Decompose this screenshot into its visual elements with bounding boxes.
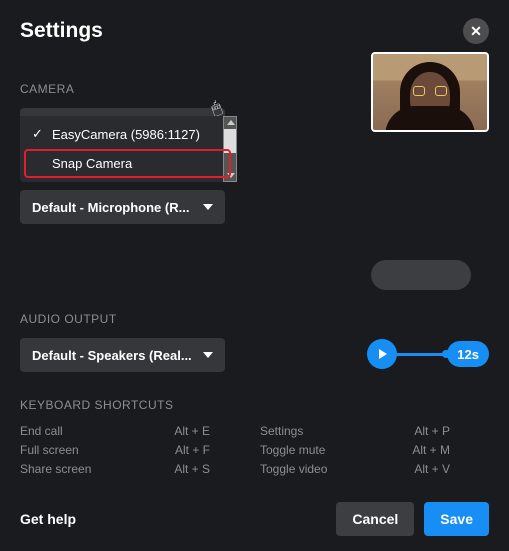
shortcut-row: Toggle muteAlt + M: [260, 443, 450, 457]
audio-progress-slider[interactable]: [397, 353, 447, 356]
shortcut-row: SettingsAlt + P: [260, 424, 450, 438]
camera-option-snap-camera[interactable]: Snap Camera: [24, 149, 231, 178]
save-button[interactable]: Save: [424, 502, 489, 536]
camera-option-easycamera[interactable]: EasyCamera (5986:1127): [24, 120, 231, 149]
cancel-button[interactable]: Cancel: [336, 502, 414, 536]
microphone-dropdown[interactable]: Default - Microphone (R...: [20, 190, 225, 224]
audio-output-dropdown[interactable]: Default - Speakers (Real...: [20, 338, 225, 372]
audio-duration-badge: 12s: [447, 341, 489, 367]
shortcut-row: Toggle videoAlt + V: [260, 462, 450, 476]
shortcut-row: End callAlt + E: [20, 424, 210, 438]
close-icon: ✕: [470, 23, 482, 40]
chevron-down-icon: [203, 352, 213, 358]
close-button[interactable]: ✕: [463, 18, 489, 44]
microphone-dropdown-value: Default - Microphone (R...: [32, 200, 189, 215]
audio-output-dropdown-value: Default - Speakers (Real...: [32, 348, 192, 363]
camera-section-label: CAMERA: [20, 82, 245, 96]
get-help-link[interactable]: Get help: [20, 511, 76, 527]
camera-preview: [371, 52, 489, 132]
keyboard-shortcuts-label: KEYBOARD SHORTCUTS: [20, 398, 489, 412]
page-title: Settings: [20, 19, 103, 43]
play-button[interactable]: [367, 339, 397, 369]
chevron-down-icon: [203, 204, 213, 210]
shortcut-row: Share screenAlt + S: [20, 462, 210, 476]
shortcut-row: Full screenAlt + F: [20, 443, 210, 457]
audio-output-section-label: AUDIO OUTPUT: [20, 312, 489, 326]
microphone-level-bar: [371, 260, 471, 290]
camera-dropdown-menu: EasyCamera (5986:1127) Snap Camera: [20, 116, 235, 182]
